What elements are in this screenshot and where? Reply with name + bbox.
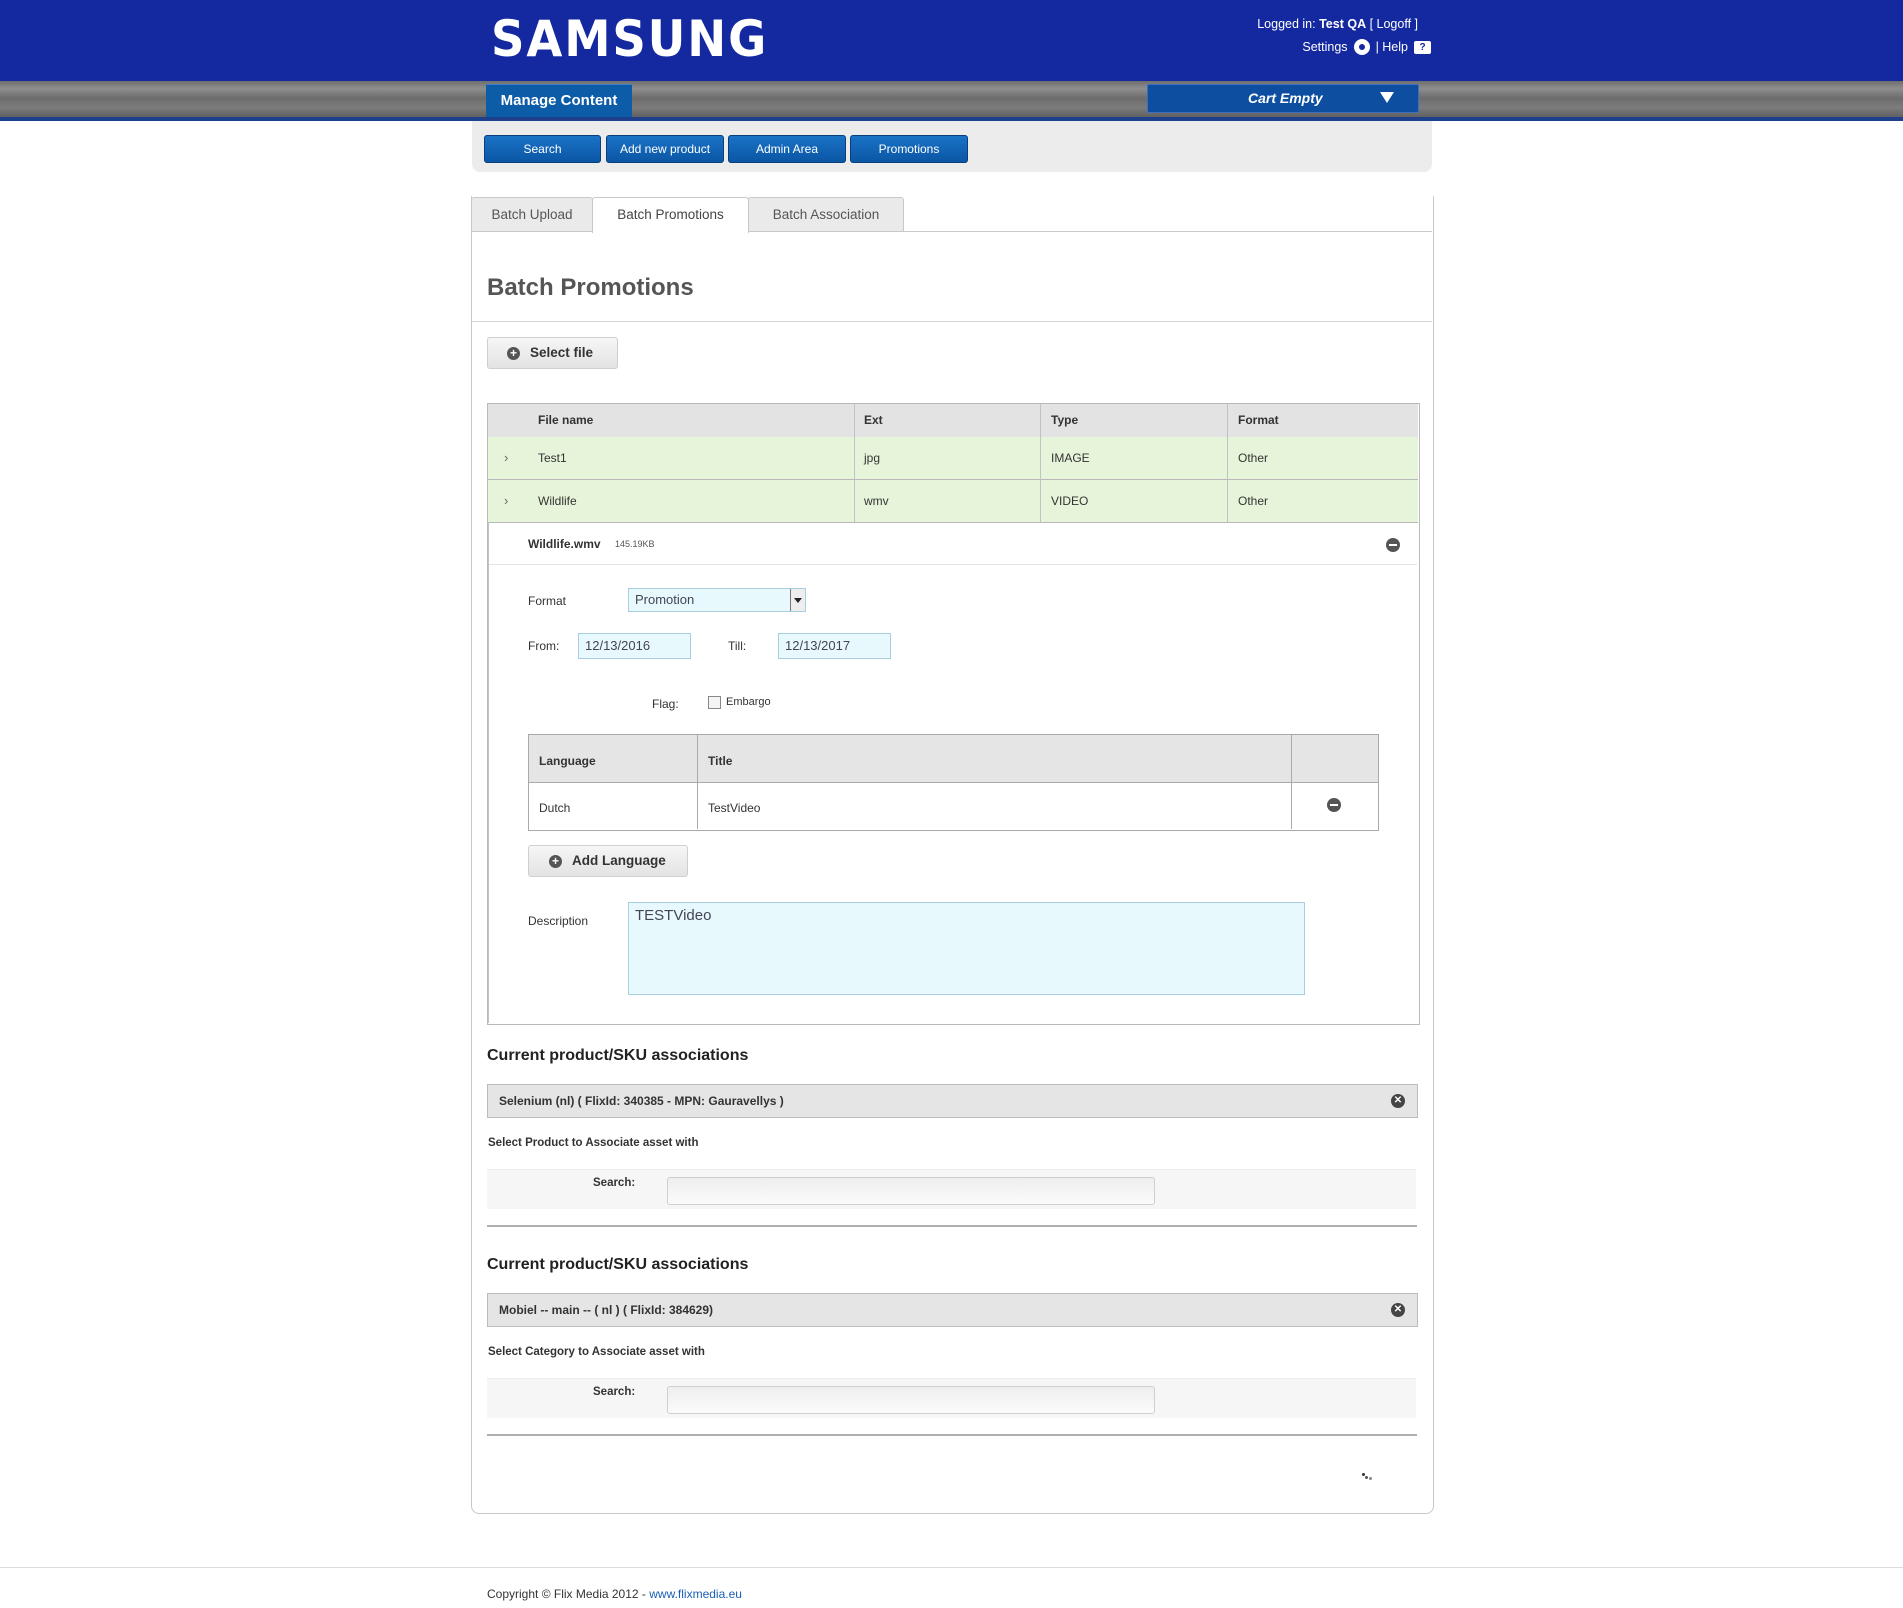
select-product-label: Select Product to Associate asset with <box>488 1137 699 1149</box>
language-cell: Dutch <box>539 801 571 815</box>
add-new-product-button[interactable]: Add new product <box>606 135 724 163</box>
till-date-input[interactable]: 12/13/2017 <box>778 633 891 659</box>
from-label: From: <box>528 639 560 653</box>
select-file-button[interactable]: + Select file <box>487 337 618 369</box>
ext-cell: jpg <box>864 451 881 465</box>
footer-divider <box>0 1567 1903 1568</box>
description-label: Description <box>528 914 589 928</box>
category-assoc-text: Mobiel -- main -- ( nl ) ( FlixId: 38462… <box>499 1303 714 1317</box>
product-assoc-title: Current product/SKU associations <box>487 1047 749 1064</box>
settings-link[interactable]: Settings <box>1302 40 1347 54</box>
title-divider <box>472 321 1432 322</box>
format-cell: Other <box>1238 451 1269 465</box>
embargo-label: Embargo <box>726 696 771 708</box>
column-divider <box>1291 735 1292 829</box>
detail-left-border <box>488 522 489 1023</box>
logoff-link[interactable]: [ Logoff ] <box>1370 17 1418 31</box>
chevron-right-icon[interactable]: › <box>504 493 508 508</box>
category-assoc-item: Mobiel -- main -- ( nl ) ( FlixId: 38462… <box>487 1293 1418 1327</box>
top-header <box>0 0 1903 81</box>
promotions-button[interactable]: Promotions <box>850 135 968 163</box>
footer: Copyright © Flix Media 2012 - www.flixme… <box>487 1587 742 1601</box>
type-cell: VIDEO <box>1051 494 1089 508</box>
column-header-format: Format <box>1238 413 1279 427</box>
language-table-header <box>529 735 1378 783</box>
section-divider <box>487 1434 1417 1436</box>
copyright-text: Copyright © Flix Media 2012 - <box>487 1587 650 1601</box>
column-header-ext: Ext <box>864 413 883 427</box>
plus-icon: + <box>507 346 520 360</box>
flixmedia-link[interactable]: www.flixmedia.eu <box>649 1587 742 1601</box>
page-title: Batch Promotions <box>487 274 694 301</box>
cart-label: Cart Empty <box>1248 90 1323 106</box>
detail-divider <box>489 564 1417 565</box>
detail-file-name: Wildlife.wmv <box>528 537 601 551</box>
category-search-label: Search: <box>593 1386 636 1398</box>
select-file-label: Select file <box>530 345 594 360</box>
column-header-type: Type <box>1051 413 1079 427</box>
column-divider <box>697 735 698 829</box>
login-info: Logged in: Test QA [ Logoff ] <box>1257 17 1418 31</box>
admin-area-button[interactable]: Admin Area <box>728 135 846 163</box>
file-name-cell: Test1 <box>538 451 567 465</box>
add-language-button[interactable]: + Add Language <box>528 845 688 877</box>
help-link[interactable]: | Help <box>1376 40 1408 54</box>
remove-product-icon[interactable]: ✕ <box>1391 1094 1405 1108</box>
cart-dropdown[interactable]: Cart Empty <box>1147 84 1419 113</box>
format-label: Format <box>528 594 567 608</box>
description-textarea[interactable]: TESTVideo <box>628 902 1305 995</box>
collapse-icon[interactable] <box>1386 538 1400 552</box>
user-name: Test QA <box>1319 17 1367 31</box>
category-search-input[interactable] <box>667 1386 1155 1414</box>
select-category-label: Select Category to Associate asset with <box>488 1346 705 1358</box>
format-select[interactable]: Promotion <box>628 588 806 612</box>
product-search-label: Search: <box>593 1177 636 1189</box>
chevron-right-icon[interactable]: › <box>504 450 508 465</box>
table-row[interactable] <box>488 480 1418 523</box>
add-language-label: Add Language <box>572 853 666 868</box>
table-row[interactable] <box>488 437 1418 480</box>
user-links: Settings | Help ? <box>1302 39 1431 55</box>
remove-language-icon[interactable] <box>1327 798 1341 812</box>
samsung-logo: SAMSUNG <box>491 10 769 68</box>
column-divider <box>1227 404 1228 522</box>
till-label: Till: <box>728 639 747 653</box>
tab-batch-association[interactable]: Batch Association <box>748 197 904 231</box>
title-cell: TestVideo <box>708 801 761 815</box>
product-search-input[interactable] <box>667 1177 1155 1205</box>
product-assoc-text: Selenium (nl) ( FlixId: 340385 - MPN: Ga… <box>499 1094 784 1108</box>
nav-bar <box>0 81 1903 119</box>
format-cell: Other <box>1238 494 1269 508</box>
type-cell: IMAGE <box>1051 451 1090 465</box>
column-divider <box>1040 404 1041 522</box>
column-header-file-name: File name <box>538 413 594 427</box>
ext-cell: wmv <box>864 494 889 508</box>
flag-label: Flag: <box>652 697 679 711</box>
column-header-language: Language <box>539 754 596 768</box>
chevron-down-icon <box>1380 92 1394 103</box>
section-divider <box>487 1225 1417 1227</box>
tab-batch-promotions[interactable]: Batch Promotions <box>592 197 749 233</box>
gear-icon[interactable] <box>1353 39 1370 55</box>
loading-icon <box>1362 1473 1372 1481</box>
column-header-title: Title <box>708 754 733 768</box>
manage-content-tab[interactable]: Manage Content <box>486 84 632 117</box>
from-date-input[interactable]: 12/13/2016 <box>578 633 691 659</box>
help-icon[interactable]: ? <box>1414 40 1431 54</box>
search-button[interactable]: Search <box>484 135 601 163</box>
format-selected-value: Promotion <box>635 592 695 607</box>
chevron-down-icon[interactable] <box>790 589 805 611</box>
remove-category-icon[interactable]: ✕ <box>1391 1303 1405 1317</box>
logged-in-label: Logged in: <box>1257 17 1316 31</box>
file-name-cell: Wildlife <box>538 494 577 508</box>
tab-batch-upload[interactable]: Batch Upload <box>471 197 593 231</box>
detail-file-size: 145.19KB <box>615 539 655 549</box>
product-assoc-item: Selenium (nl) ( FlixId: 340385 - MPN: Ga… <box>487 1084 1418 1118</box>
category-assoc-title: Current product/SKU associations <box>487 1256 749 1273</box>
column-divider <box>854 404 855 522</box>
plus-icon: + <box>549 854 562 868</box>
embargo-checkbox[interactable] <box>708 696 721 709</box>
